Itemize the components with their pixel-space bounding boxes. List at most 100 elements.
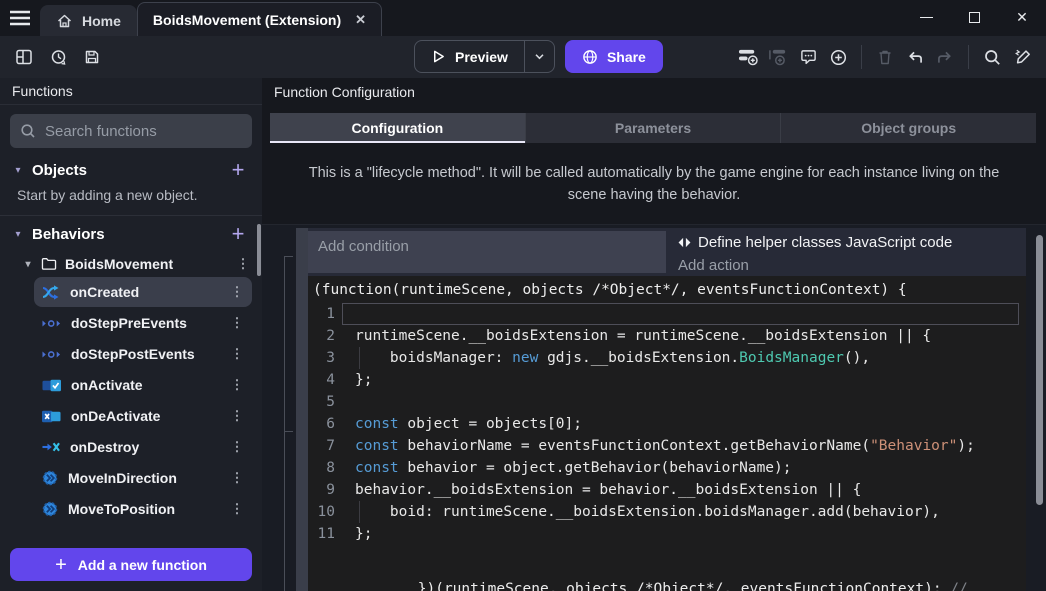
maximize-button[interactable] (950, 0, 998, 34)
line-content[interactable]: boidsManager: new gdjs.__boidsExtension.… (342, 347, 1026, 369)
undo-button[interactable] (901, 43, 929, 71)
kebab-menu-icon[interactable]: ⋮ (230, 408, 244, 424)
line-number: 2 (308, 325, 342, 347)
sidebar-item-ondestroy[interactable]: onDestroy⋮ (34, 432, 252, 462)
line-content[interactable]: }; (342, 523, 1026, 545)
code-lines: 12runtimeScene.__boidsExtension = runtim… (308, 303, 1026, 545)
tab-home[interactable]: Home (40, 5, 137, 36)
undo-icon (906, 50, 924, 65)
tab-object-groups[interactable]: Object groups (781, 113, 1036, 143)
code-line-8[interactable]: 8const behavior = object.getBehavior(beh… (308, 457, 1026, 479)
code-token: }; (355, 372, 372, 388)
sidebar-item-moveindirection[interactable]: MoveInDirection ⋮ (34, 463, 252, 493)
js-code-editor[interactable]: (function(runtimeScene, objects /*Object… (308, 276, 1026, 591)
share-button[interactable]: Share (565, 40, 663, 73)
history-button[interactable] (44, 43, 72, 71)
line-content[interactable] (342, 391, 1026, 413)
code-token: behaviorName = eventsFunctionContext.get… (399, 438, 870, 454)
preview-options-button[interactable] (524, 41, 554, 72)
tab-configuration[interactable]: Configuration (270, 113, 526, 143)
behaviors-section-header[interactable]: ▾ Behaviors + (0, 216, 262, 250)
main-area: Functions ▾ Objects + Start by adding a … (0, 78, 1046, 591)
code-line-5[interactable]: 5 (308, 391, 1026, 413)
add-action-button[interactable]: Add action (678, 255, 1026, 276)
kebab-menu-icon[interactable]: ⋮ (230, 346, 244, 362)
add-event-button[interactable] (734, 43, 762, 71)
edit-pen-button[interactable] (1008, 43, 1036, 71)
events-sheet: Add condition Define helper classes Java… (262, 224, 1046, 591)
lifecycle-description: This is a "lifecycle method". It will be… (262, 143, 1046, 207)
kebab-menu-icon[interactable]: ⋮ (230, 470, 244, 486)
sidebar-item-onactivate[interactable]: onActivate ⋮ (34, 370, 252, 400)
preview-button[interactable]: Preview (415, 41, 524, 72)
kebab-menu-icon[interactable]: ⋮ (230, 284, 244, 300)
kebab-menu-icon[interactable]: ⋮ (230, 501, 244, 517)
add-behavior-button[interactable]: + (228, 225, 248, 243)
add-object-button[interactable]: + (228, 161, 248, 179)
sidebar-scrollbar[interactable] (257, 224, 261, 276)
line-content[interactable]: const behavior = object.getBehavior(beha… (342, 457, 1026, 479)
code-line-10[interactable]: 10 boid: runtimeScene.__boidsExtension.b… (308, 501, 1026, 523)
line-content[interactable]: runtimeScene.__boidsExtension = runtimeS… (342, 325, 1026, 347)
close-tab-icon[interactable]: ✕ (355, 13, 366, 26)
events-scrollbar[interactable] (1036, 235, 1043, 505)
minimize-button[interactable] (902, 0, 950, 34)
close-window-button[interactable]: ✕ (998, 0, 1046, 34)
line-number: 6 (308, 413, 342, 435)
kebab-menu-icon[interactable]: ⋮ (230, 439, 244, 455)
preview-label: Preview (455, 49, 508, 65)
preview-split-button: Preview (414, 40, 555, 73)
code-line-4[interactable]: 4}; (308, 369, 1026, 391)
code-line-3[interactable]: 3 boidsManager: new gdjs.__boidsExtensio… (308, 347, 1026, 369)
js-code-event-title[interactable]: Define helper classes JavaScript code (678, 231, 1026, 255)
behavior-folder-row[interactable]: ▾ BoidsMovement ⋮ (0, 250, 262, 276)
code-line-7[interactable]: 7const behaviorName = eventsFunctionCont… (308, 435, 1026, 457)
panels-button[interactable] (10, 43, 38, 71)
line-content[interactable]: const behaviorName = eventsFunctionConte… (342, 435, 1026, 457)
main-menu-button[interactable] (0, 0, 40, 36)
code-token: boid: runtimeScene.__boidsExtension.boid… (355, 504, 940, 520)
code-line-2[interactable]: 2runtimeScene.__boidsExtension = runtime… (308, 325, 1026, 347)
behavior-folder-label: BoidsMovement (65, 256, 173, 272)
search-box[interactable] (10, 114, 252, 148)
kebab-menu-icon[interactable]: ⋮ (230, 377, 244, 393)
sidebar-item-movetoposition[interactable]: MoveToPosition ⋮ (34, 494, 252, 524)
sidebar-item-ondeactivate[interactable]: onDeActivate⋮ (34, 401, 252, 431)
add-circle-button[interactable] (824, 43, 852, 71)
sidebar-item-label: MoveInDirection (68, 470, 220, 486)
search-button[interactable] (978, 43, 1006, 71)
code-line-9[interactable]: 9behavior.__boidsExtension = behavior.__… (308, 479, 1026, 501)
sidebar-item-oncreated[interactable]: onCreated⋮ (34, 277, 252, 307)
chevron-down-icon: ▾ (13, 165, 23, 176)
tab-boidsmovement-extension[interactable]: BoidsMovement (Extension) ✕ (137, 2, 382, 36)
line-content[interactable]: behavior.__boidsExtension = behavior.__b… (342, 479, 1026, 501)
sidebar-item-dosteppreevents[interactable]: doStepPreEvents⋮ (34, 308, 252, 338)
code-line-1[interactable]: 1 (308, 303, 1026, 325)
add-condition-button[interactable]: Add condition (308, 231, 666, 273)
code-token: new (512, 350, 538, 366)
code-token: behavior = object.getBehavior(behaviorNa… (399, 460, 792, 476)
code-line-11[interactable]: 11}; (308, 523, 1026, 545)
add-function-button[interactable]: + Add a new function (10, 548, 252, 581)
indent-guide (359, 501, 360, 523)
line-content[interactable]: }; (342, 369, 1026, 391)
sidebar-item-label: MoveToPosition (68, 501, 220, 517)
close-icon: ✕ (1016, 10, 1028, 24)
line-content[interactable]: const object = objects[0]; (342, 413, 1026, 435)
sidebar-item-label: onActivate (71, 377, 220, 393)
kebab-menu-icon[interactable]: ⋮ (230, 315, 244, 331)
objects-section-header[interactable]: ▾ Objects + (0, 152, 262, 186)
current-line[interactable] (342, 303, 1019, 325)
sidebar-item-dosteppostevents[interactable]: doStepPostEvents⋮ (34, 339, 252, 369)
search-functions-input[interactable] (45, 123, 242, 140)
event-indent-bracket (284, 256, 293, 591)
kebab-menu-icon[interactable]: ⋮ (236, 256, 250, 272)
event-drag-handle[interactable] (296, 228, 308, 591)
save-button[interactable] (78, 43, 106, 71)
add-comment-button[interactable] (794, 43, 822, 71)
function-list: onCreated⋮doStepPreEvents⋮doStepPostEven… (0, 276, 262, 537)
code-token: }; (355, 526, 372, 542)
line-content[interactable]: boid: runtimeScene.__boidsExtension.boid… (342, 501, 1026, 523)
code-line-6[interactable]: 6const object = objects[0]; (308, 413, 1026, 435)
tab-parameters[interactable]: Parameters (526, 113, 782, 143)
